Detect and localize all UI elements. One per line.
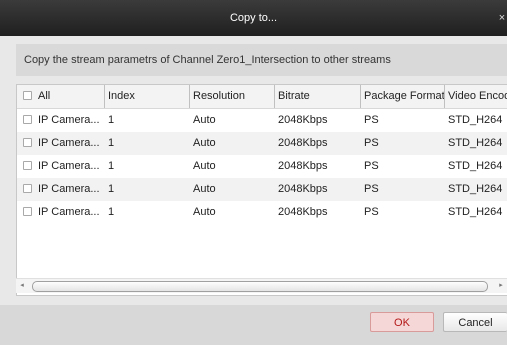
resolution-cell: Auto: [193, 114, 216, 126]
row-checkbox[interactable]: [23, 207, 32, 216]
package-format-cell: PS: [364, 160, 379, 172]
column-header-index[interactable]: Index: [104, 85, 188, 108]
index-cell: 1: [108, 137, 115, 149]
column-header-resolution[interactable]: Resolution: [189, 85, 273, 108]
table-row[interactable]: IP Camera... 1 Auto 2048Kbps PS STD_H264: [17, 109, 507, 132]
table-row[interactable]: IP Camera... 1 Auto 2048Kbps PS STD_H264: [17, 132, 507, 155]
camera-name: IP Camera...: [38, 160, 100, 172]
video-encoding-cell: STD_H264: [448, 160, 503, 172]
bitrate-cell: 2048Kbps: [278, 137, 328, 149]
scrollbar-thumb[interactable]: [32, 281, 488, 292]
row-checkbox[interactable]: [23, 184, 32, 193]
select-all-checkbox[interactable]: [23, 91, 32, 100]
cancel-button[interactable]: Cancel: [443, 312, 507, 332]
column-header-all[interactable]: All: [38, 85, 102, 108]
video-encoding-cell: STD_H264: [448, 183, 503, 195]
index-cell: 1: [108, 183, 115, 195]
camera-name: IP Camera...: [38, 183, 100, 195]
table-row[interactable]: IP Camera... 1 Auto 2048Kbps PS STD_H264: [17, 178, 507, 201]
table-header: All Index Resolution Bitrate Package For…: [17, 85, 507, 109]
index-cell: 1: [108, 160, 115, 172]
row-checkbox[interactable]: [23, 138, 32, 147]
bitrate-cell: 2048Kbps: [278, 206, 328, 218]
resolution-cell: Auto: [193, 206, 216, 218]
camera-name: IP Camera...: [38, 206, 100, 218]
resolution-cell: Auto: [193, 137, 216, 149]
resolution-cell: Auto: [193, 160, 216, 172]
package-format-cell: PS: [364, 183, 379, 195]
scroll-left-arrow-icon[interactable]: ◂: [16, 279, 28, 293]
scroll-right-arrow-icon[interactable]: ▸: [495, 279, 507, 293]
camera-name: IP Camera...: [38, 114, 100, 126]
column-header-bitrate[interactable]: Bitrate: [274, 85, 362, 108]
bitrate-cell: 2048Kbps: [278, 183, 328, 195]
column-header-package-format[interactable]: Package Format: [360, 85, 446, 108]
video-encoding-cell: STD_H264: [448, 206, 503, 218]
table-row[interactable]: IP Camera... 1 Auto 2048Kbps PS STD_H264: [17, 155, 507, 178]
index-cell: 1: [108, 206, 115, 218]
dialog-body: Copy the stream parametrs of Channel Zer…: [0, 36, 507, 345]
package-format-cell: PS: [364, 114, 379, 126]
video-encoding-cell: STD_H264: [448, 137, 503, 149]
horizontal-scrollbar[interactable]: ◂ ▸: [16, 278, 507, 293]
package-format-cell: PS: [364, 137, 379, 149]
dialog-title: Copy to...: [229, 12, 278, 24]
video-encoding-cell: STD_H264: [448, 114, 503, 126]
dialog-titlebar: Copy to... ×: [0, 0, 507, 36]
row-checkbox[interactable]: [23, 115, 32, 124]
close-icon[interactable]: ×: [497, 0, 507, 36]
table-row[interactable]: IP Camera... 1 Auto 2048Kbps PS STD_H264: [17, 201, 507, 224]
bitrate-cell: 2048Kbps: [278, 160, 328, 172]
row-checkbox[interactable]: [23, 161, 32, 170]
column-header-video-encoding[interactable]: Video Encod: [444, 85, 507, 108]
camera-name: IP Camera...: [38, 137, 100, 149]
index-cell: 1: [108, 114, 115, 126]
copy-description: Copy the stream parametrs of Channel Zer…: [16, 44, 507, 76]
package-format-cell: PS: [364, 206, 379, 218]
resolution-cell: Auto: [193, 183, 216, 195]
bitrate-cell: 2048Kbps: [278, 114, 328, 126]
ok-button[interactable]: OK: [370, 312, 434, 332]
stream-table: All Index Resolution Bitrate Package For…: [16, 84, 507, 296]
